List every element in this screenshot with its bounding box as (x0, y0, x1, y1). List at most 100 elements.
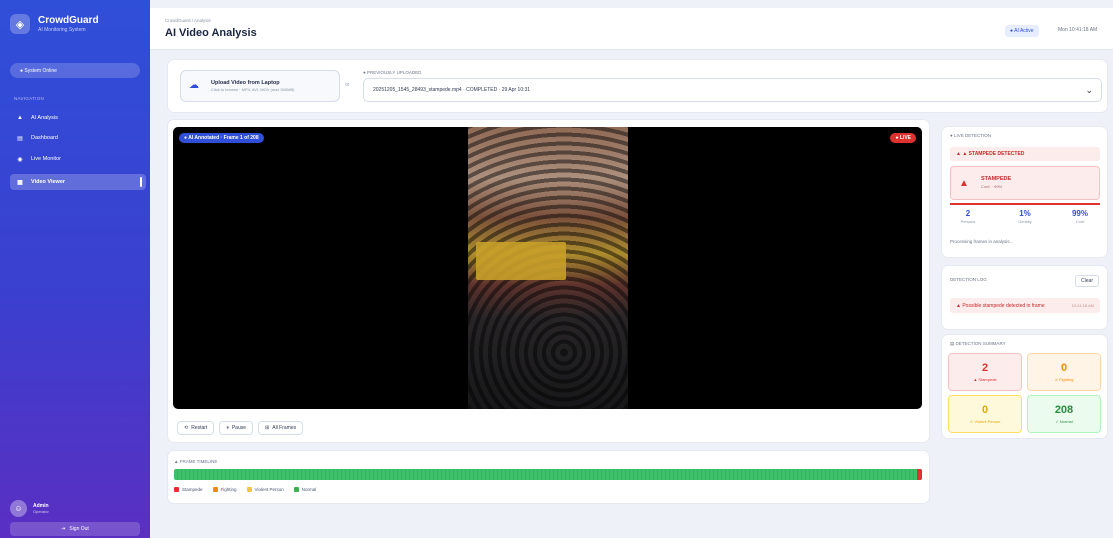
annotation-badge: ● AI Annotated · Frame 1 of 208 (179, 133, 264, 143)
user-role: Operator (33, 509, 49, 514)
log-item[interactable]: ▲ Possible stampede detected in frame 10… (950, 298, 1100, 313)
stat-value: 208 (1054, 404, 1074, 416)
alert-title: STAMPEDE (981, 176, 1012, 182)
legend-label: Normal (301, 487, 317, 492)
stat-label: ⚠ Violent Person (969, 419, 1001, 424)
panel-heading: DETECTION LOG (950, 277, 987, 282)
legend-label: Violent Person (254, 487, 284, 492)
stat-value: 2 (981, 362, 989, 374)
sidebar-item-label: Video Viewer (31, 179, 66, 185)
video-select[interactable]: 20251205_1545_28493_stampede.mp4 · COMPL… (363, 78, 1102, 102)
sidebar-item-label: Dashboard (31, 135, 58, 141)
timeline-legend: Stampede Fighting Violent Person Normal (174, 487, 316, 492)
legend-swatch (212, 487, 218, 492)
stat-label: ✓ Normal (1055, 419, 1073, 424)
restart-label: Restart (191, 425, 208, 431)
avatar: ☺ (10, 500, 27, 517)
video-frame (468, 127, 628, 409)
sidebar-item-label: Live Monitor (31, 156, 61, 162)
alert-confidence: Conf. · 99% (981, 184, 1003, 189)
pause-icon: ⏸ (226, 425, 229, 431)
breadcrumb: CrowdGuard / Analysis (165, 18, 211, 23)
persons-stat: 2 Persons (948, 209, 988, 224)
stampede-alert-strip: ▲ ▲ STAMPEDE DETECTED (950, 147, 1100, 161)
shield-icon: ◈ (10, 14, 30, 34)
live-badge: ● LIVE (890, 133, 916, 143)
panel-heading: ▤ DETECTION SUMMARY (950, 341, 1006, 346)
all-frames-button[interactable]: ⊞ All Frames (258, 421, 304, 435)
legend-swatch (246, 487, 252, 492)
brand[interactable]: ◈ CrowdGuard AI Monitoring System (10, 14, 99, 34)
risk-bar-fill (950, 203, 1100, 205)
stat-value: 0 (981, 404, 989, 416)
sidebar-item-label: AI Analysis (31, 115, 58, 121)
upload-video-button[interactable]: ☁ Upload Video from Laptop Click to brow… (180, 70, 340, 102)
camera-icon: ◉ (17, 156, 23, 163)
confidence-stat: 99% Conf (1060, 209, 1100, 224)
stat-label: Persons (960, 219, 976, 224)
stat-label: ⚔ Fighting (1054, 377, 1074, 382)
detection-log-panel: DETECTION LOG Clear ▲ Possible stampede … (942, 266, 1107, 329)
system-status-badge: ● System Online (10, 63, 140, 78)
logout-icon: ⇥ (61, 526, 66, 532)
sidebar: ◈ CrowdGuard AI Monitoring System ● Syst… (0, 0, 150, 538)
legend-label: Fighting (220, 487, 237, 492)
clock: Mon 10:41:18 AM (1058, 27, 1098, 33)
fighting-count-card: 0 ⚔ Fighting (1027, 353, 1101, 391)
alert-box: ▲ STAMPEDE Conf. · 99% (950, 166, 1100, 200)
brand-subtitle: AI Monitoring System (38, 27, 86, 33)
sign-out-label: Sign Out (69, 526, 89, 532)
sign-out-button[interactable]: ⇥ Sign Out (10, 522, 140, 536)
or-divider: or (345, 82, 350, 88)
stat-value: 0 (1060, 362, 1068, 374)
panel-heading: ● LIVE DETECTION (950, 133, 991, 138)
grid-icon: ⊞ (265, 425, 270, 431)
pause-button[interactable]: ⏸ Pause (219, 421, 254, 435)
stat-label: Conf (1075, 219, 1085, 224)
stat-value: 2 (965, 209, 971, 218)
sidebar-item-video-viewer[interactable]: ▦ Video Viewer (10, 174, 146, 190)
all-frames-label: All Frames (272, 425, 297, 431)
clear-log-button[interactable]: Clear (1075, 275, 1099, 287)
restart-icon: ⟲ (184, 425, 189, 431)
legend-item: Fighting (212, 487, 237, 492)
ai-status-badge: ● AI Active (1005, 25, 1039, 37)
timeline-stampede-segment[interactable] (917, 469, 922, 480)
stat-value: 1% (1019, 209, 1031, 218)
log-item-time: 10:41:18 AM (1071, 303, 1094, 308)
video-controls: ⟲ Restart ⏸ Pause ⊞ All Frames (177, 421, 304, 435)
sidebar-item-live-monitor[interactable]: ◉ Live Monitor (10, 151, 146, 167)
legend-label: Stampede (182, 487, 203, 492)
user-profile[interactable]: ☺ Admin Operator (10, 500, 49, 517)
detection-summary-panel: ▤ DETECTION SUMMARY 2 ▲ Stampede 0 ⚔ Fig… (942, 335, 1107, 438)
cloud-upload-icon: ☁ (189, 80, 199, 91)
frame-timeline-card: ▲ FRAME TIMELINE Stampede Fighting Viole… (168, 451, 929, 503)
restart-button[interactable]: ⟲ Restart (177, 421, 215, 435)
warning-icon: ▲ (959, 178, 969, 189)
timeline-label: ▲ FRAME TIMELINE (174, 459, 218, 464)
chevron-down-icon: ⌄ (1085, 85, 1093, 95)
nav-heading: NAVIGATION (14, 96, 45, 101)
stampede-count-card: 2 ▲ Stampede (948, 353, 1022, 391)
legend-item: Stampede (174, 487, 203, 492)
legend-swatch (293, 487, 299, 492)
page-title: AI Video Analysis (165, 27, 257, 39)
video-player[interactable]: ● AI Annotated · Frame 1 of 208 ● LIVE (173, 127, 922, 409)
sidebar-item-dashboard[interactable]: ▤ Dashboard (10, 130, 146, 146)
top-bar: CrowdGuard / Analysis AI Video Analysis … (150, 8, 1113, 50)
video-select-value: 20251205_1545_28493_stampede.mp4 · COMPL… (373, 87, 531, 93)
log-item-text: ▲ Possible stampede detected in frame (956, 302, 1045, 309)
live-detection-panel: ● LIVE DETECTION ▲ ▲ STAMPEDE DETECTED ▲… (942, 127, 1107, 257)
sidebar-item-ai-analysis[interactable]: ▲ AI Analysis (10, 110, 146, 126)
density-stat: 1% Density (1005, 209, 1045, 224)
frame-timeline-bar[interactable] (174, 469, 922, 480)
select-label: ● PREVIOUSLY UPLOADED (363, 70, 422, 75)
legend-item: Violent Person (246, 487, 284, 492)
stat-label: ▲ Stampede (973, 377, 997, 382)
analysis-icon: ▲ (17, 115, 23, 121)
risk-bar (950, 203, 1100, 205)
dashboard-icon: ▤ (17, 135, 23, 142)
normal-count-card: 208 ✓ Normal (1027, 395, 1101, 433)
brand-name: CrowdGuard (38, 15, 99, 26)
upload-title: Upload Video from Laptop (211, 80, 280, 86)
